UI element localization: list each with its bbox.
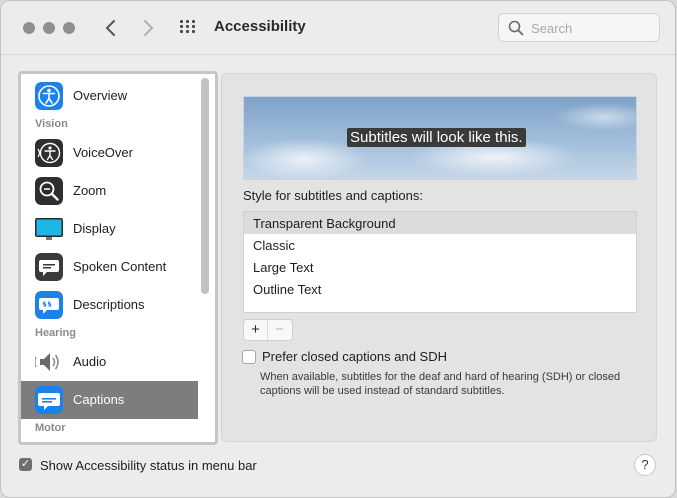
search-field[interactable] xyxy=(498,13,660,42)
caption-style-list[interactable]: Transparent Background Classic Large Tex… xyxy=(243,211,637,313)
audio-icon xyxy=(35,353,59,371)
prefer-sdh-label: Prefer closed captions and SDH xyxy=(262,349,447,364)
chevron-left-icon xyxy=(106,20,115,36)
minimize-window-button[interactable] xyxy=(43,22,55,34)
sidebar-item-audio[interactable]: Audio xyxy=(21,343,198,381)
voiceover-icon xyxy=(35,139,63,167)
search-icon xyxy=(508,20,524,36)
sidebar[interactable]: Overview Vision VoiceOver Zoom Display S… xyxy=(18,71,218,445)
style-row-classic[interactable]: Classic xyxy=(244,234,636,256)
sidebar-item-label: Spoken Content xyxy=(73,259,167,274)
style-row-outline-text[interactable]: Outline Text xyxy=(244,278,636,300)
sidebar-item-label: Display xyxy=(73,221,116,236)
style-row-label: Outline Text xyxy=(253,282,322,297)
help-button[interactable]: ? xyxy=(634,454,656,476)
style-row-transparent-background[interactable]: Transparent Background xyxy=(244,212,636,234)
sidebar-section-hearing: Hearing xyxy=(35,327,76,339)
close-window-button[interactable] xyxy=(23,22,35,34)
sidebar-item-descriptions[interactable]: Descriptions xyxy=(21,286,198,324)
zoom-icon xyxy=(35,177,63,205)
sidebar-item-label: Descriptions xyxy=(73,297,145,312)
sidebar-section-vision: Vision xyxy=(35,118,68,130)
overview-icon xyxy=(35,82,63,110)
title-bar: Accessibility xyxy=(1,1,675,55)
sidebar-item-spoken-content[interactable]: Spoken Content xyxy=(21,248,198,286)
caption-preview: Subtitles will look like this. xyxy=(243,96,637,180)
display-icon xyxy=(35,218,63,240)
add-remove-control: + − xyxy=(243,319,293,341)
caption-sample-text: Subtitles will look like this. xyxy=(347,128,526,147)
accessibility-window: Accessibility Overview Vision xyxy=(0,0,676,498)
captions-icon xyxy=(35,386,63,414)
captions-panel: Subtitles will look like this. Style for… xyxy=(221,73,657,442)
sidebar-item-overview[interactable]: Overview xyxy=(21,77,198,115)
search-input[interactable] xyxy=(529,18,653,38)
sidebar-section-motor: Motor xyxy=(35,422,66,434)
back-button[interactable] xyxy=(105,15,117,47)
sidebar-item-label: Captions xyxy=(73,392,125,407)
style-row-label: Transparent Background xyxy=(253,216,396,231)
style-row-large-text[interactable]: Large Text xyxy=(244,256,636,278)
style-row-label: Large Text xyxy=(253,260,314,275)
forward-button[interactable] xyxy=(142,15,154,47)
chevron-right-icon xyxy=(144,20,153,36)
sidebar-scrollbar[interactable] xyxy=(201,78,209,294)
sidebar-item-label: VoiceOver xyxy=(73,145,133,160)
sidebar-item-captions[interactable]: Captions xyxy=(21,381,198,419)
sidebar-item-voiceover[interactable]: VoiceOver xyxy=(21,134,198,172)
spoken-content-icon xyxy=(35,253,63,281)
sidebar-item-zoom[interactable]: Zoom xyxy=(21,172,198,210)
add-style-button[interactable]: + xyxy=(244,320,268,340)
window-title: Accessibility xyxy=(214,18,306,35)
descriptions-icon xyxy=(35,291,63,319)
zoom-window-button[interactable] xyxy=(63,22,75,34)
sidebar-item-label: Zoom xyxy=(73,183,107,198)
show-all-grid-icon[interactable] xyxy=(180,20,198,34)
status-menu-label: Show Accessibility status in menu bar xyxy=(40,458,257,473)
style-list-label: Style for subtitles and captions: xyxy=(243,188,423,203)
prefer-sdh-checkbox[interactable] xyxy=(242,350,256,364)
remove-style-button[interactable]: − xyxy=(268,320,291,340)
style-row-label: Classic xyxy=(253,238,295,253)
sidebar-item-label: Overview xyxy=(73,88,128,103)
sidebar-item-label: Audio xyxy=(73,354,107,369)
sidebar-item-display[interactable]: Display xyxy=(21,210,198,248)
prefer-sdh-description: When available, subtitles for the deaf a… xyxy=(260,371,621,397)
status-menu-checkbox[interactable]: ✓ xyxy=(19,458,32,471)
